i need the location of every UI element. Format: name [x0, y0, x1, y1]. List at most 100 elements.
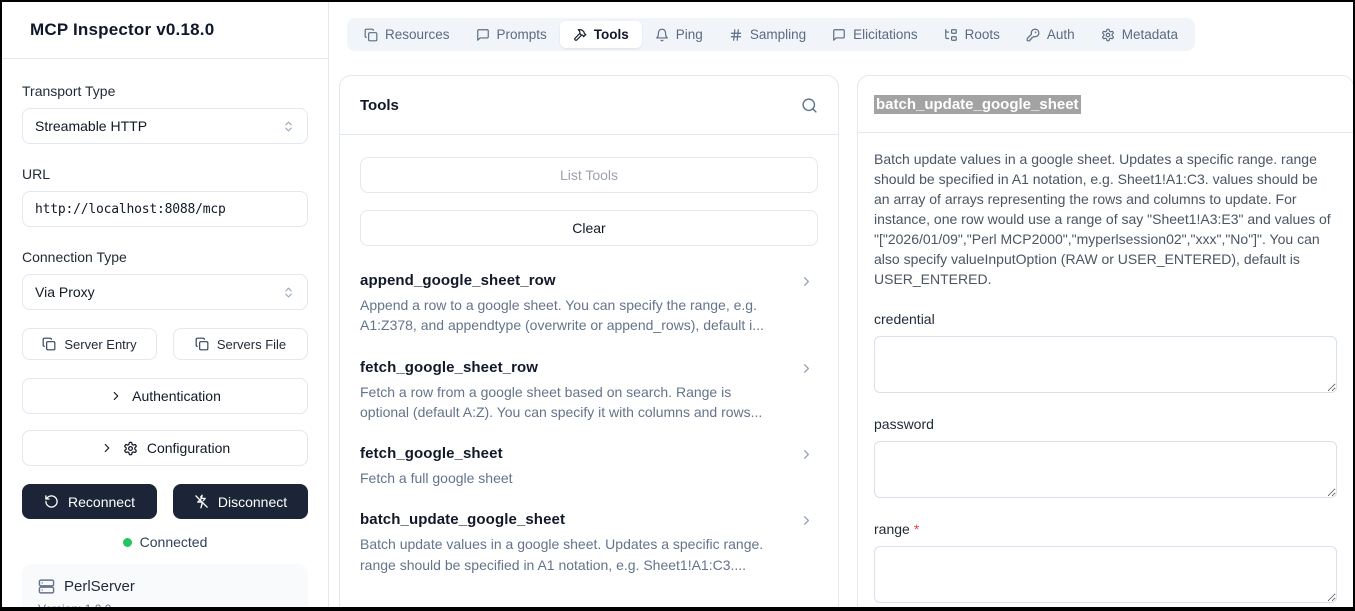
tab-label: Resources	[385, 27, 450, 42]
servers-file-button[interactable]: Servers File	[173, 328, 308, 360]
message-square-icon	[832, 28, 846, 42]
sidebar-header: MCP Inspector v0.18.0	[2, 2, 328, 59]
tool-name: fetch_google_sheet	[360, 445, 782, 462]
password-textarea[interactable]	[874, 441, 1337, 498]
top-tabbar: Resources Prompts Tools Ping Sampling El…	[347, 18, 1195, 51]
server-entry-label: Server Entry	[64, 337, 136, 352]
tool-detail-header: batch_update_google_sheet	[858, 76, 1353, 133]
tool-item-append-google-sheet-row[interactable]: append_google_sheet_row Append a row to …	[360, 272, 818, 336]
tab-ping[interactable]: Ping	[642, 21, 716, 48]
message-square-icon	[476, 28, 490, 42]
password-label: password	[874, 416, 1337, 432]
hammer-icon	[573, 28, 587, 42]
tab-resources[interactable]: Resources	[351, 21, 463, 48]
authentication-toggle[interactable]: Authentication	[22, 378, 308, 414]
tools-panel-header: Tools	[340, 76, 838, 135]
tool-name: batch_update_google_sheet	[360, 511, 782, 528]
copy-icon	[42, 337, 56, 351]
tool-detail-description: Batch update values in a google sheet. U…	[874, 149, 1337, 289]
connection-actions: Reconnect Disconnect	[22, 484, 308, 519]
url-input[interactable]: http://localhost:8088/mcp	[22, 191, 308, 227]
configuration-label: Configuration	[147, 440, 230, 456]
connection-type-value: Via Proxy	[35, 284, 95, 300]
tab-elicitations[interactable]: Elicitations	[819, 21, 931, 48]
required-marker: *	[914, 521, 919, 537]
tool-description: Fetch a row from a google sheet based on…	[360, 382, 780, 423]
tab-tools[interactable]: Tools	[560, 21, 642, 48]
connected-dot-icon	[123, 538, 132, 547]
tab-label: Tools	[594, 27, 629, 42]
connection-type-select[interactable]: Via Proxy	[22, 274, 308, 310]
tab-label: Metadata	[1122, 27, 1178, 42]
range-label-text: range	[874, 521, 910, 537]
tab-label: Sampling	[750, 27, 806, 42]
tool-item-batch-update-google-sheet[interactable]: batch_update_google_sheet Batch update v…	[360, 511, 818, 575]
tab-label: Prompts	[497, 27, 547, 42]
disconnect-label: Disconnect	[218, 494, 287, 510]
tool-description: Append a row to a google sheet. You can …	[360, 295, 780, 336]
tools-list-panel: Tools List Tools Clear append_google_she…	[339, 75, 839, 611]
main-area: Resources Prompts Tools Ping Sampling El…	[329, 2, 1353, 607]
field-group-password: password	[874, 416, 1337, 503]
credential-textarea[interactable]	[874, 336, 1337, 393]
sidebar-body: Transport Type Streamable HTTP URL http:…	[2, 59, 328, 611]
files-icon	[364, 28, 378, 42]
tab-prompts[interactable]: Prompts	[463, 21, 560, 48]
sidebar: MCP Inspector v0.18.0 Transport Type Str…	[2, 2, 329, 607]
rotate-ccw-icon	[44, 494, 59, 509]
range-textarea[interactable]	[874, 546, 1337, 603]
configuration-toggle[interactable]: Configuration	[22, 430, 308, 466]
tools-panel-title: Tools	[360, 97, 399, 114]
tool-list: append_google_sheet_row Append a row to …	[360, 272, 818, 575]
tool-name: append_google_sheet_row	[360, 272, 782, 289]
disconnect-button[interactable]: Disconnect	[173, 484, 308, 519]
authentication-label: Authentication	[132, 388, 221, 404]
servers-file-label: Servers File	[217, 337, 286, 352]
reconnect-button[interactable]: Reconnect	[22, 484, 157, 519]
transport-type-label: Transport Type	[22, 83, 308, 99]
url-value: http://localhost:8088/mcp	[35, 202, 226, 217]
chevron-right-icon	[100, 441, 114, 455]
tab-label: Auth	[1047, 27, 1075, 42]
key-icon	[1026, 28, 1040, 42]
chevron-right-icon	[799, 361, 814, 376]
tool-description: Fetch a full google sheet	[360, 468, 780, 488]
folder-tree-icon	[944, 28, 958, 42]
tab-sampling[interactable]: Sampling	[716, 21, 819, 48]
chevrons-up-down-icon	[282, 286, 295, 299]
clear-button[interactable]: Clear	[360, 210, 818, 246]
tab-label: Elicitations	[853, 27, 918, 42]
range-label: range*	[874, 521, 1337, 537]
credential-label: credential	[874, 311, 1337, 327]
list-tools-button[interactable]: List Tools	[360, 157, 818, 193]
server-name: PerlServer	[64, 578, 135, 595]
tab-label: Ping	[676, 27, 703, 42]
server-config-buttons: Server Entry Servers File	[22, 328, 308, 360]
field-group-credential: credential	[874, 311, 1337, 398]
tool-item-fetch-google-sheet[interactable]: fetch_google_sheet Fetch a full google s…	[360, 445, 818, 488]
connection-type-label: Connection Type	[22, 249, 308, 265]
copy-icon	[195, 337, 209, 351]
server-entry-button[interactable]: Server Entry	[22, 328, 157, 360]
mcp-inspector-window: MCP Inspector v0.18.0 Transport Type Str…	[0, 0, 1355, 611]
transport-type-select[interactable]: Streamable HTTP	[22, 108, 308, 144]
server-icon	[38, 578, 55, 595]
tool-name: fetch_google_sheet_row	[360, 359, 782, 376]
field-group-range: range*	[874, 521, 1337, 608]
gear-icon	[123, 441, 138, 456]
tab-metadata[interactable]: Metadata	[1088, 21, 1191, 48]
tools-panel-body: List Tools Clear append_google_sheet_row…	[340, 135, 838, 575]
tab-auth[interactable]: Auth	[1013, 21, 1088, 48]
chevron-right-icon	[799, 447, 814, 462]
transport-type-value: Streamable HTTP	[35, 118, 147, 134]
tab-roots[interactable]: Roots	[931, 21, 1013, 48]
server-info-card: PerlServer Version: 1.0.0	[22, 564, 308, 611]
search-icon[interactable]	[801, 97, 818, 114]
chevron-right-icon	[799, 274, 814, 289]
tool-detail-title: batch_update_google_sheet	[874, 95, 1081, 114]
chevrons-up-down-icon	[282, 120, 295, 133]
zap-off-icon	[194, 494, 209, 509]
reconnect-label: Reconnect	[68, 494, 135, 510]
hash-icon	[729, 28, 743, 42]
tool-item-fetch-google-sheet-row[interactable]: fetch_google_sheet_row Fetch a row from …	[360, 359, 818, 423]
